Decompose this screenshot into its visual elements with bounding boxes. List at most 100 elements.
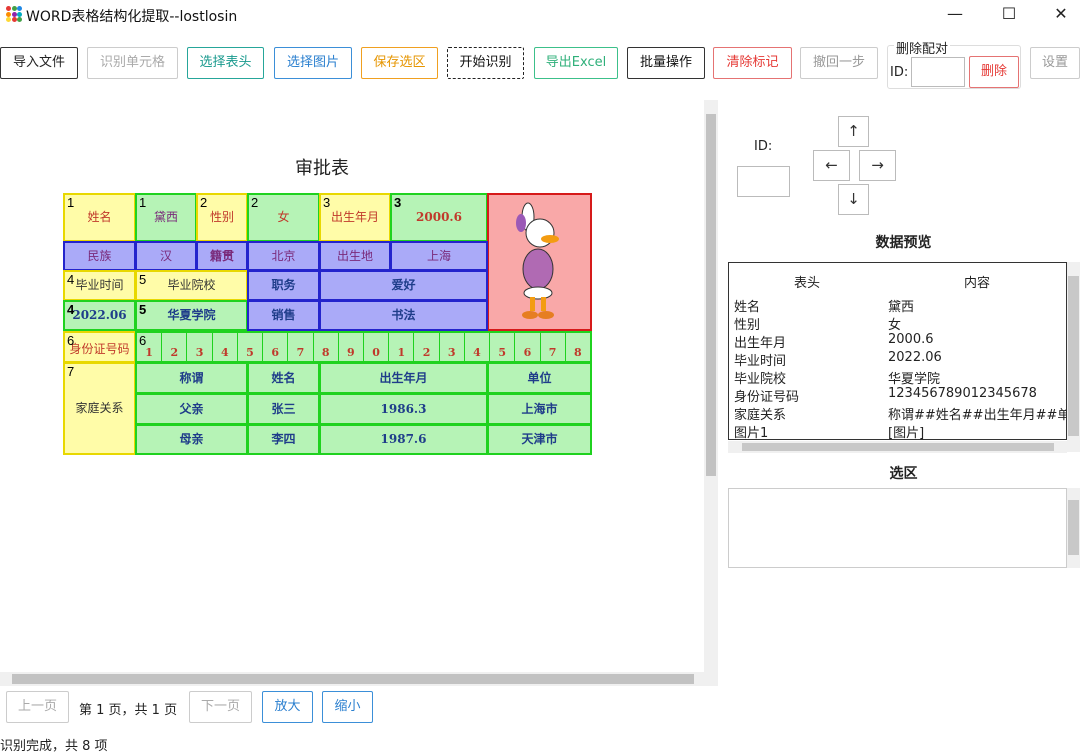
next-page-button[interactable]: 下一页 [189, 691, 252, 723]
preview-row-header: 毕业时间 [734, 354, 787, 369]
delete-id-input[interactable] [911, 57, 965, 87]
id-digit: 8 [312, 333, 338, 361]
cell-gender-label[interactable]: 2 性别 [196, 193, 248, 242]
app-icon [6, 6, 22, 22]
cell-grad-time-label[interactable]: 4 毕业时间 [63, 270, 136, 301]
family-data-cell[interactable]: 1986.3 [319, 393, 488, 425]
cell-position-value[interactable]: 爱好 [319, 270, 488, 301]
id-digit: 5 [489, 333, 514, 361]
clear-marks-button[interactable]: 清除标记 [713, 47, 792, 79]
cell-grad-time-value[interactable]: 4 2022.06 [63, 300, 136, 331]
id-digit: 1 [145, 346, 153, 359]
window-title: WORD表格结构化提取--lostlosin [26, 9, 238, 25]
selection-box[interactable] [728, 488, 1067, 568]
cell-name-label[interactable]: 1 姓名 [63, 193, 136, 242]
export-excel-button[interactable]: 导出Excel [534, 47, 618, 79]
cell-sales[interactable]: 销售 [247, 300, 320, 331]
cell-calligraphy[interactable]: 书法 [319, 300, 488, 331]
undo-button[interactable]: 撤回一步 [800, 47, 878, 79]
preview-row-header: 出生年月 [734, 336, 787, 351]
preview-row-content: 2000.6 [888, 332, 934, 347]
id-digit: 9 [337, 333, 363, 361]
id-digit: 2 [161, 333, 186, 361]
family-data-cell[interactable]: 李四 [247, 424, 320, 455]
cell-birthplace-value[interactable]: 上海 [390, 241, 488, 271]
family-data-cell[interactable]: 1987.6 [319, 424, 488, 455]
preview-row-content: [图片] [888, 426, 925, 440]
status-bar: 识别完成，共 8 项 [0, 739, 108, 754]
preview-table[interactable]: 表头 内容 姓名 黛西 性别 女出生年月 2000.6 毕业时间 2022.06 毕业院校 华夏… [728, 262, 1067, 440]
family-data-cell[interactable]: 张三 [247, 393, 320, 425]
arrow-down-button[interactable]: ↓ [838, 184, 869, 215]
close-button[interactable]: ✕ [1046, 4, 1076, 26]
selection-heading: 选区 [889, 466, 918, 482]
cell-gender-value[interactable]: 2女 [247, 193, 320, 242]
selection-vertical-scroll-thumb[interactable] [1068, 500, 1079, 555]
preview-row-header: 家庭关系 [734, 408, 787, 423]
family-header-cell[interactable]: 姓名 [247, 362, 320, 394]
delete-button[interactable]: 删除 [969, 56, 1019, 88]
cell-position-label[interactable]: 职务 [247, 270, 320, 301]
arrow-up-button[interactable]: ↑ [838, 116, 869, 147]
batch-operation-button[interactable]: 批量操作 [627, 47, 705, 79]
start-recognize-button[interactable]: 开始识别 [447, 47, 524, 79]
id-digit: 8 [564, 333, 590, 361]
zoom-out-button[interactable]: 缩小 [322, 691, 373, 723]
preview-row-content: 黛西 [888, 300, 915, 315]
maximize-button[interactable]: ☐ [994, 4, 1024, 26]
document-horizontal-scroll-thumb[interactable] [12, 674, 694, 684]
preview-row-content: 2022.06 [888, 350, 942, 365]
cell-ethnic-value[interactable]: 汉 [135, 241, 197, 271]
select-image-button[interactable]: 选择图片 [274, 47, 352, 79]
id-digit: 5 [236, 333, 262, 361]
cell-birth-value[interactable]: 3 2000.6 [390, 193, 488, 242]
cell-native-value[interactable]: 北京 [247, 241, 320, 271]
duck-character-image [515, 202, 559, 319]
delete-pair-title: 删除配对 [894, 38, 951, 57]
cell-native-label[interactable]: 籍贯 [196, 241, 248, 271]
recognize-cells-button[interactable]: 识别单元格 [87, 47, 178, 79]
family-data-cell[interactable]: 父亲 [135, 393, 248, 425]
preview-horizontal-scroll-thumb[interactable] [742, 443, 1054, 451]
cell-grad-school-label[interactable]: 5 毕业院校 [135, 270, 248, 301]
preview-vertical-scroll-thumb[interactable] [1068, 276, 1079, 436]
id-digit: 3 [438, 333, 464, 361]
id-digit: 0 [362, 333, 388, 361]
id-digits-row: 123456789012345678 [137, 333, 590, 361]
import-file-button[interactable]: 导入文件 [0, 47, 78, 79]
minimize-button[interactable]: — [940, 4, 970, 26]
preview-row-header: 毕业院校 [734, 372, 787, 387]
delete-id-label: ID: [890, 65, 909, 80]
cell-ethnic-label[interactable]: 民族 [63, 241, 136, 271]
cell-birthplace-label[interactable]: 出生地 [319, 241, 391, 271]
arrow-left-button[interactable]: ← [813, 150, 850, 181]
id-digit: 4 [463, 333, 489, 361]
panel-id-input[interactable] [737, 166, 790, 197]
id-digit: 7 [287, 333, 312, 361]
family-data-cell[interactable]: 上海市 [487, 393, 592, 425]
photo-cell[interactable] [487, 193, 592, 331]
cell-id-value[interactable]: 6 123456789012345678 [135, 331, 592, 363]
page-info: 第 1 页，共 1 页 [79, 703, 178, 718]
family-header-cell[interactable]: 单位 [487, 362, 592, 394]
document-vertical-scroll-thumb[interactable] [706, 114, 716, 476]
settings-button[interactable]: 设置 [1030, 47, 1080, 79]
cell-family-label[interactable]: 7 家庭关系 [63, 362, 136, 455]
family-data-cell[interactable]: 天津市 [487, 424, 592, 455]
family-header-cell[interactable]: 出生年月 [319, 362, 488, 394]
select-header-button[interactable]: 选择表头 [187, 47, 264, 79]
cell-id-label[interactable]: 6 身份证号码 [63, 331, 136, 363]
cell-name-value[interactable]: 1 黛西 [135, 193, 197, 242]
preview-row-content: 123456789012345678 [888, 386, 1037, 401]
arrow-right-button[interactable]: → [859, 150, 896, 181]
save-selection-button[interactable]: 保存选区 [361, 47, 438, 79]
document-title: 审批表 [295, 158, 349, 179]
family-data-cell[interactable]: 母亲 [135, 424, 248, 455]
zoom-in-button[interactable]: 放大 [262, 691, 313, 723]
family-header-cell[interactable]: 称谓 [135, 362, 248, 394]
prev-page-button[interactable]: 上一页 [6, 691, 69, 723]
cell-grad-school-value[interactable]: 5 华夏学院 [135, 300, 248, 331]
cell-birth-label[interactable]: 3 出生年月 [319, 193, 391, 242]
preview-row-content: 华夏学院 [888, 372, 941, 387]
id-digit: 1 [388, 333, 413, 361]
